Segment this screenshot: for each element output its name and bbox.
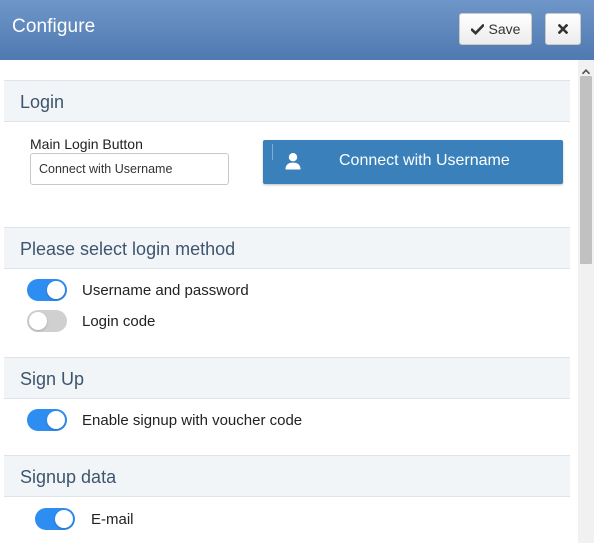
section-title-login-method: Please select login method — [20, 239, 236, 259]
dialog-header: Configure Save — [0, 0, 594, 60]
section-login-method: Please select login method — [4, 227, 570, 269]
section-signup: Sign Up — [4, 357, 570, 399]
save-button-label: Save — [488, 21, 521, 37]
option-login-code: Login code — [82, 313, 156, 330]
option-username-password: Username and password — [82, 282, 249, 299]
user-icon — [284, 152, 302, 170]
check-icon — [470, 23, 484, 35]
close-icon — [558, 24, 568, 34]
toggle-email[interactable] — [35, 508, 75, 530]
save-button[interactable]: Save — [459, 13, 532, 45]
toggle-knob — [55, 510, 73, 528]
toggle-login-code[interactable] — [27, 310, 67, 332]
scrollbar-thumb[interactable] — [580, 76, 592, 264]
toggle-knob — [29, 312, 47, 330]
option-email: E-mail — [91, 511, 134, 528]
close-button[interactable] — [545, 13, 581, 45]
section-title-signup: Sign Up — [20, 369, 85, 389]
preview-divider — [272, 144, 273, 160]
config-content: Login Main Login Button Connect with Use… — [0, 60, 594, 543]
toggle-voucher-signup[interactable] — [27, 409, 67, 431]
option-voucher-signup: Enable signup with voucher code — [82, 412, 303, 429]
toggle-knob — [47, 411, 65, 429]
section-title-signup-data: Signup data — [20, 467, 117, 487]
section-login: Login — [4, 80, 570, 122]
main-login-button-input[interactable] — [30, 153, 229, 185]
login-preview-label: Connect with Username — [339, 152, 510, 169]
login-preview-button[interactable]: Connect with Username — [263, 140, 563, 184]
dialog-title: Configure — [12, 16, 96, 37]
toggle-username-password[interactable] — [27, 279, 67, 301]
scroll-up-icon[interactable] — [581, 64, 591, 75]
main-login-button-label: Main Login Button — [30, 136, 143, 152]
section-signup-data: Signup data — [4, 455, 570, 497]
section-title-login: Login — [20, 92, 65, 112]
scrollbar[interactable] — [578, 60, 594, 543]
toggle-knob — [47, 281, 65, 299]
